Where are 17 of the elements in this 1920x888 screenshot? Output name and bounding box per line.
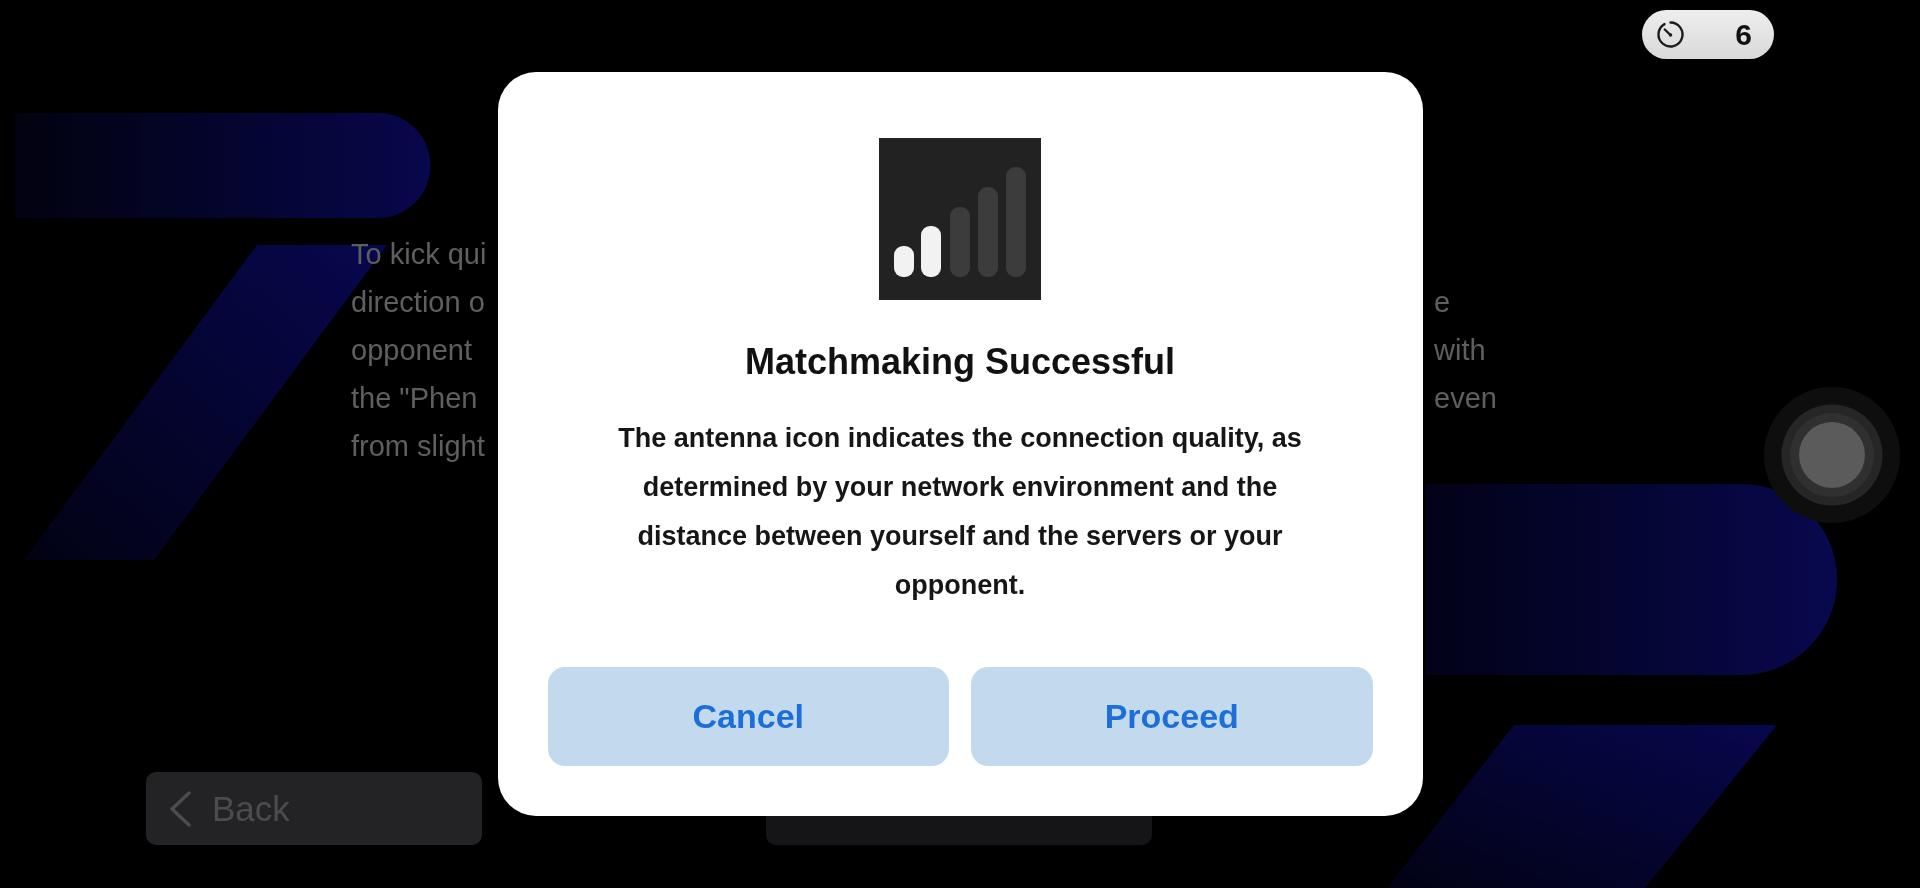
dialog-message: The antenna icon indicates the connection quality, as determined by your network environment and the distance between yourself and the servers or your opponent. <box>617 422 1303 602</box>
signal-bars-icon <box>879 138 1041 300</box>
tutorial-text: from slight <box>351 429 485 464</box>
tutorial-text: even <box>1434 381 1497 416</box>
joystick-icon[interactable] <box>1764 387 1900 523</box>
timer-icon <box>1655 19 1686 50</box>
tutorial-text: direction o <box>351 285 485 320</box>
timer-count: 6 <box>1735 17 1752 52</box>
tutorial-text: with <box>1434 333 1486 368</box>
dialog-title: Matchmaking Successful <box>744 342 1176 382</box>
tutorial-text: opponent <box>351 333 472 368</box>
chevron-left-icon <box>169 790 191 827</box>
tutorial-text: the "Phen <box>351 381 478 416</box>
tutorial-text: e <box>1434 285 1451 320</box>
dialog-button[interactable]: Cancel <box>547 667 949 766</box>
dialog-button[interactable]: Proceed <box>971 667 1373 766</box>
tutorial-text: To kick qui <box>351 237 487 272</box>
